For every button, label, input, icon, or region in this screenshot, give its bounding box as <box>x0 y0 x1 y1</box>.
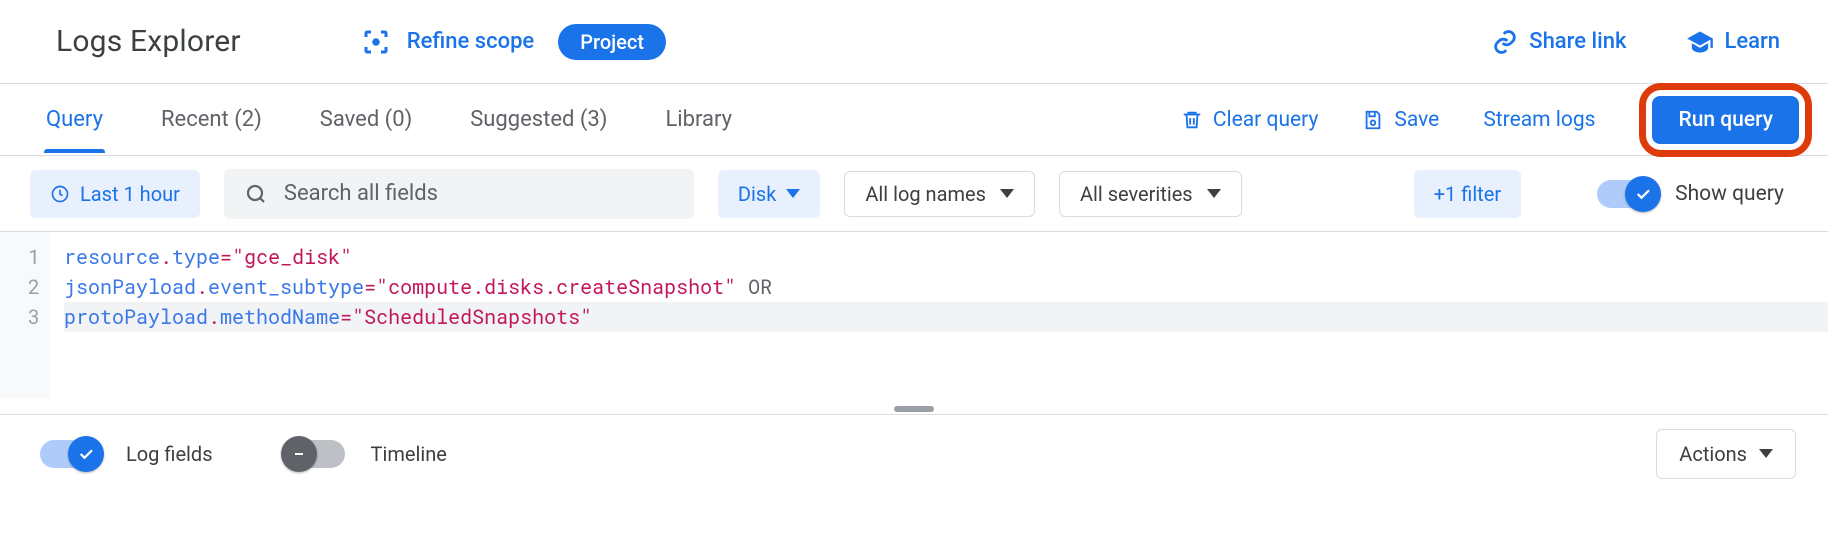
show-query-label: Show query <box>1675 182 1784 206</box>
log-names-filter[interactable]: All log names <box>844 171 1035 217</box>
actions-button[interactable]: Actions <box>1656 429 1796 479</box>
scope-icon <box>361 27 391 57</box>
page-title: Logs Explorer <box>56 24 241 59</box>
code-line: jsonPayload.event_subtype="compute.disks… <box>64 272 1828 302</box>
resize-handle[interactable] <box>0 398 1828 414</box>
actions-label: Actions <box>1679 442 1747 466</box>
show-query-toggle-group: Show query <box>1597 180 1784 208</box>
clock-icon <box>50 184 70 204</box>
trash-icon <box>1181 109 1203 131</box>
code-line: resource.type="gce_disk" <box>64 242 1828 272</box>
tab-library[interactable]: Library <box>659 87 738 152</box>
chevron-down-icon <box>1000 189 1014 198</box>
query-editor[interactable]: 1 2 3 resource.type="gce_disk" jsonPaylo… <box>0 232 1828 398</box>
tabs-bar: Query Recent (2) Saved (0) Suggested (3)… <box>0 84 1828 156</box>
line-number: 2 <box>0 272 40 302</box>
stream-logs-label: Stream logs <box>1483 108 1595 132</box>
time-range-chip[interactable]: Last 1 hour <box>30 170 200 218</box>
tab-suggested[interactable]: Suggested (3) <box>464 87 613 152</box>
tab-query[interactable]: Query <box>40 87 109 152</box>
refine-scope-label: Refine scope <box>407 29 534 54</box>
time-range-label: Last 1 hour <box>80 182 180 206</box>
tab-saved[interactable]: Saved (0) <box>314 87 418 152</box>
clear-query-button[interactable]: Clear query <box>1181 108 1319 132</box>
header-bar: Logs Explorer Refine scope Project Share… <box>0 0 1828 84</box>
chevron-down-icon <box>1207 189 1221 198</box>
share-link-label: Share link <box>1529 29 1626 54</box>
timeline-toggle[interactable] <box>285 440 345 468</box>
log-fields-label: Log fields <box>126 442 213 466</box>
resource-filter-chip[interactable]: Disk <box>718 170 820 218</box>
tab-recent[interactable]: Recent (2) <box>155 87 268 152</box>
share-link-button[interactable]: Share link <box>1491 28 1626 56</box>
log-fields-toggle[interactable] <box>40 440 100 468</box>
line-number: 1 <box>0 242 40 272</box>
line-number: 3 <box>0 302 40 332</box>
line-gutter: 1 2 3 <box>0 232 50 398</box>
extra-filter-chip[interactable]: +1 filter <box>1414 170 1521 218</box>
search-icon <box>244 182 268 206</box>
run-query-highlight: Run query <box>1639 83 1812 157</box>
link-icon <box>1491 28 1519 56</box>
search-input[interactable]: Search all fields <box>224 169 694 219</box>
run-query-button[interactable]: Run query <box>1652 96 1799 144</box>
save-icon <box>1362 109 1384 131</box>
learn-label: Learn <box>1724 29 1780 54</box>
scope-pill: Project <box>558 24 666 60</box>
severities-filter[interactable]: All severities <box>1059 171 1242 217</box>
chevron-down-icon <box>1759 449 1773 458</box>
learn-icon <box>1686 28 1714 56</box>
save-button[interactable]: Save <box>1362 108 1439 132</box>
search-placeholder: Search all fields <box>284 181 438 206</box>
check-icon <box>1625 176 1661 212</box>
results-toolbar: Log fields Timeline Actions <box>0 414 1828 492</box>
clear-query-label: Clear query <box>1213 108 1319 132</box>
stream-logs-button[interactable]: Stream logs <box>1483 108 1595 132</box>
show-query-toggle[interactable] <box>1597 180 1657 208</box>
save-label: Save <box>1394 108 1439 132</box>
severities-label: All severities <box>1080 182 1193 206</box>
code-content: resource.type="gce_disk" jsonPayload.eve… <box>50 232 1828 398</box>
chevron-down-icon <box>786 189 800 198</box>
log-names-label: All log names <box>865 182 986 206</box>
resource-filter-label: Disk <box>738 182 776 206</box>
learn-button[interactable]: Learn <box>1686 28 1780 56</box>
code-line: protoPayload.methodName="ScheduledSnapsh… <box>64 302 1828 332</box>
refine-scope-button[interactable]: Refine scope Project <box>361 24 666 60</box>
timeline-label: Timeline <box>371 442 447 466</box>
check-icon <box>68 436 104 472</box>
filters-bar: Last 1 hour Search all fields Disk All l… <box>0 156 1828 232</box>
dash-icon <box>281 436 317 472</box>
